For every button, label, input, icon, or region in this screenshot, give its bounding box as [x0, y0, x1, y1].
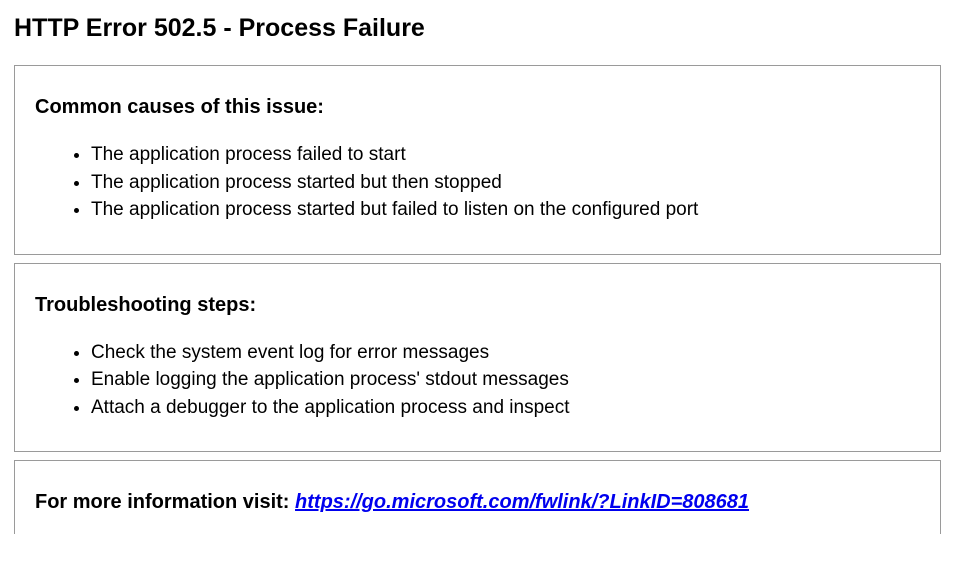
more-info-section: For more information visit: https://go.m…: [14, 460, 941, 534]
list-item: Check the system event log for error mes…: [91, 339, 920, 367]
more-info-line: For more information visit: https://go.m…: [35, 491, 920, 514]
list-item: Attach a debugger to the application pro…: [91, 394, 920, 422]
list-item: The application process started but then…: [91, 169, 920, 197]
more-info-link[interactable]: https://go.microsoft.com/fwlink/?LinkID=…: [295, 491, 749, 513]
page-title: HTTP Error 502.5 - Process Failure: [14, 14, 941, 43]
common-causes-heading: Common causes of this issue:: [35, 96, 920, 119]
troubleshooting-section: Troubleshooting steps: Check the system …: [14, 263, 941, 453]
more-info-prefix: For more information visit:: [35, 491, 295, 513]
common-causes-section: Common causes of this issue: The applica…: [14, 65, 941, 255]
list-item: Enable logging the application process' …: [91, 366, 920, 394]
troubleshooting-list: Check the system event log for error mes…: [35, 339, 920, 422]
common-causes-list: The application process failed to start …: [35, 141, 920, 224]
list-item: The application process failed to start: [91, 141, 920, 169]
troubleshooting-heading: Troubleshooting steps:: [35, 294, 920, 317]
list-item: The application process started but fail…: [91, 196, 920, 224]
